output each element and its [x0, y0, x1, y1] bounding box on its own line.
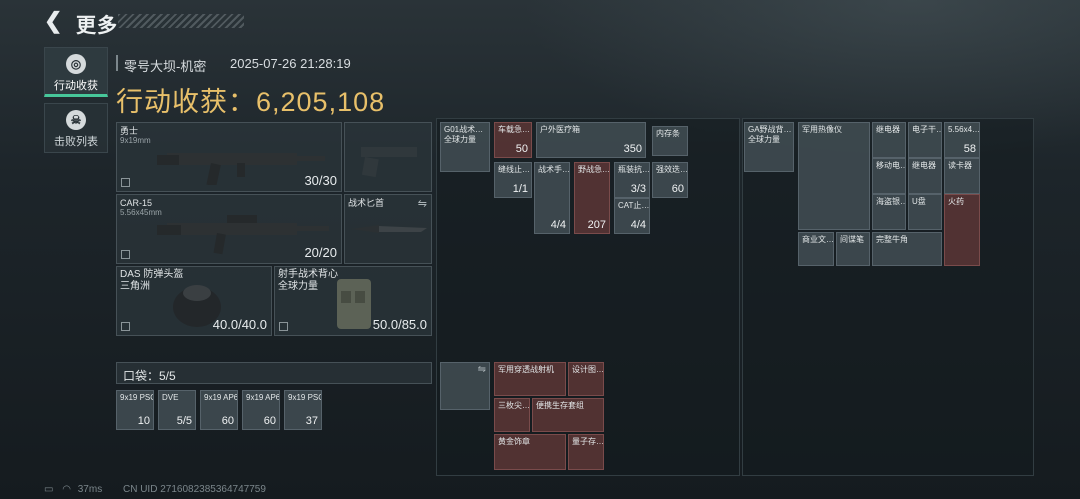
case-item[interactable]: 三枚尖… [494, 398, 530, 432]
helmet-slot[interactable]: DAS 防弹头盔 三角洲 40.0/40.0 [116, 266, 272, 336]
backpack-item[interactable]: 读卡器 [944, 158, 980, 194]
tab-kill-list[interactable]: ☠ 击败列表 [44, 103, 108, 153]
backpack-item[interactable]: 海盗银… [872, 194, 906, 230]
chest-rig-container[interactable]: G01战术… 全球力量 [440, 122, 490, 172]
primary-weapon-name: 勇士 [120, 126, 139, 136]
vest-durability: 50.0/85.0 [372, 317, 427, 332]
backpack-item[interactable]: 继电器 [908, 158, 942, 194]
chest-item[interactable]: 车载急… 50 [494, 122, 532, 158]
lock-icon [121, 178, 130, 187]
tab-label: 击败列表 [54, 136, 98, 148]
pocket-item[interactable]: DVE 5/5 [158, 390, 196, 430]
sidearm-slot[interactable] [344, 122, 432, 192]
gain-total: 行动收获：6,205,108 [116, 80, 385, 119]
backpack-item[interactable]: 火药 [944, 194, 980, 266]
page-title: 更多 [76, 15, 118, 37]
primary-ammo: 30/30 [304, 173, 337, 188]
pockets-header: 口袋：5/5 [116, 362, 432, 384]
vest-icon [337, 279, 371, 329]
vest-faction: 全球力量 [278, 281, 318, 292]
status-bar: ▭ ◠ 37ms CN UID 2716082385364747759 [44, 484, 266, 495]
chest-item[interactable]: 缝线止… 1/1 [494, 162, 532, 198]
vest-name: 射手战术背心 [278, 269, 338, 280]
tab-action-gain[interactable]: ◎ 行动收获 [44, 47, 108, 97]
backpack-item[interactable]: 继电器 [872, 122, 906, 158]
chest-item[interactable]: 户外医疗箱 350 [536, 122, 646, 158]
pocket-item[interactable]: 9x19 PSO 37 [284, 390, 322, 430]
back-arrow-icon[interactable]: ❮ [44, 10, 66, 32]
chest-item[interactable]: 内存条 [652, 126, 688, 156]
knife-name: 战术匕首 [348, 198, 385, 208]
tab-label: 行动收获 [54, 80, 98, 92]
ping-text: 37ms [77, 484, 103, 495]
backpack-item[interactable]: 移动电… [872, 158, 906, 194]
lock-icon [121, 322, 130, 331]
wifi-icon: ◠ [62, 484, 71, 495]
pocket-item[interactable]: 9x19 AP6.360 [242, 390, 280, 430]
operation-name: 零号大坝-机密 [124, 59, 207, 74]
vest-slot[interactable]: 射手战术背心 全球力量 50.0/85.0 [274, 266, 432, 336]
swap-icon[interactable]: ⇋ [418, 197, 427, 210]
chest-item[interactable]: 强效迭… 60 [652, 162, 688, 198]
secondary-weapon-slot[interactable]: CAR-15 5.56x45mm 20/20 [116, 194, 342, 264]
case-item[interactable]: 便携生存套组 [532, 398, 604, 432]
helmet-faction: 三角洲 [120, 281, 150, 292]
lock-icon [279, 322, 288, 331]
chest-item[interactable]: CAT止… 4/4 [614, 198, 650, 234]
secure-case[interactable]: ⇋ [440, 362, 490, 410]
skull-icon: ☠ [66, 110, 86, 130]
case-item[interactable]: 军用穿透战射机 [494, 362, 566, 396]
knife-icon [351, 225, 427, 233]
gain-value: 6,205,108 [256, 87, 386, 117]
uid-text: CN UID 2716082385364747759 [122, 484, 266, 495]
pocket-item[interactable]: 9x19 PSO 10 [116, 390, 154, 430]
divider [116, 55, 118, 71]
backpack-item[interactable]: U盘 [908, 194, 942, 230]
battery-icon: ▭ [44, 484, 54, 495]
primary-weapon-caliber: 9x19mm [120, 136, 151, 145]
chest-item[interactable]: 瓶装抗… 3/3 [614, 162, 650, 198]
secondary-weapon-caliber: 5.56x45mm [120, 208, 162, 217]
operation-datetime: 2025-07-26 21:28:19 [230, 56, 351, 71]
pockets-label: 口袋：5/5 [123, 369, 176, 383]
backpack-item[interactable]: 商业文… [798, 232, 834, 266]
swap-icon[interactable]: ⇋ [478, 364, 486, 375]
backpack-item[interactable]: 5.56x4… M85558 [944, 122, 980, 158]
backpack-item[interactable]: 军用热像仪 [798, 122, 870, 230]
chest-item[interactable]: 战术手… 4/4 [534, 162, 570, 234]
chest-item[interactable]: 野战急… 207 [574, 162, 610, 234]
case-item[interactable]: 黄金饰章 [494, 434, 566, 470]
backpack-item[interactable]: 电子干… [908, 122, 942, 158]
helmet-durability: 40.0/40.0 [212, 317, 267, 332]
header-stripe-decoration [118, 14, 244, 28]
backpack-item[interactable]: 间谍笔 [836, 232, 870, 266]
target-icon: ◎ [66, 54, 86, 74]
backpack-container[interactable]: GA野战背… 全球力量 [744, 122, 794, 172]
secondary-ammo: 20/20 [304, 245, 337, 260]
primary-weapon-slot[interactable]: 勇士 9x19mm 30/30 [116, 122, 342, 192]
gain-label: 行动收获： [116, 87, 256, 117]
backpack-item[interactable]: 完整牛角 [872, 232, 942, 266]
case-item[interactable]: 量子存… [568, 434, 604, 470]
case-item[interactable]: 设计图… [568, 362, 604, 396]
pistol-icon [361, 147, 417, 177]
knife-slot[interactable]: 战术匕首 ⇋ [344, 194, 432, 264]
pocket-item[interactable]: 9x19 AP6.360 [200, 390, 238, 430]
secondary-weapon-name: CAR-15 [120, 198, 153, 208]
lock-icon [121, 250, 130, 259]
